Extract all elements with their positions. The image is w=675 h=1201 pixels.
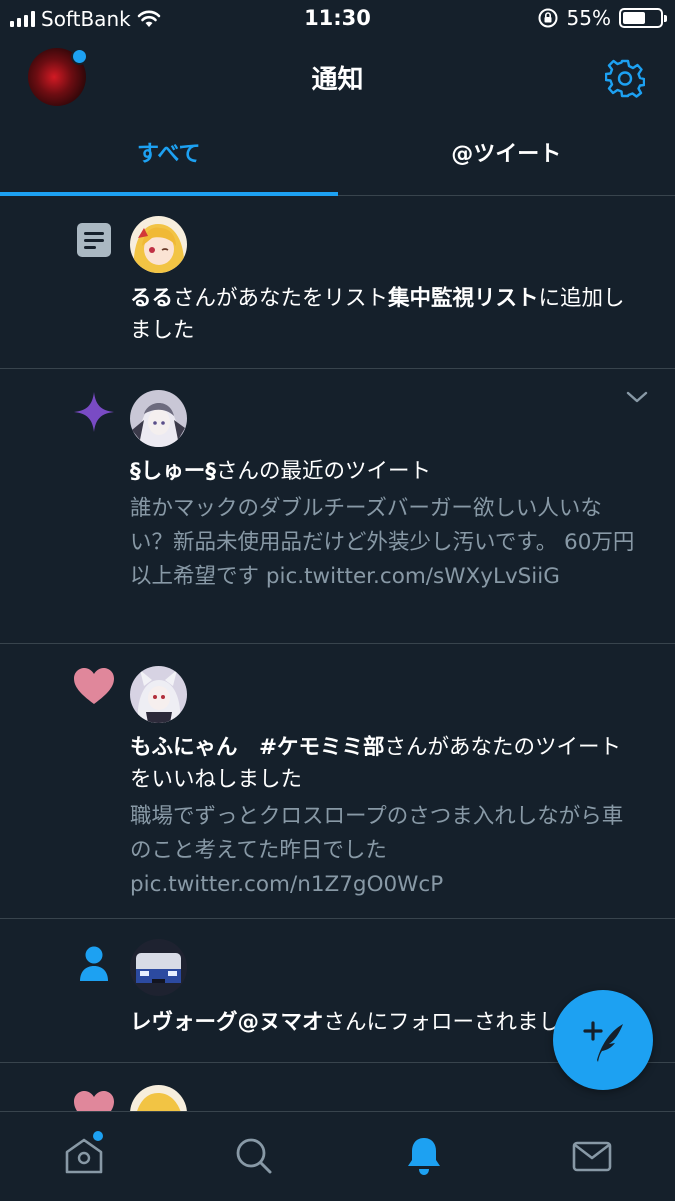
person-icon [73, 943, 115, 985]
user-name[interactable]: もふにゃん #ケモミミ部 [130, 735, 385, 760]
notification-item[interactable]: §しゅー§さんの最近のツイート 誰かマックのダブルチーズバーガー欲しい人いない？… [0, 369, 675, 644]
battery-percent: 55% [567, 6, 611, 30]
compose-feather-icon [553, 990, 653, 1090]
user-name[interactable]: るる [130, 286, 173, 311]
rotation-lock-icon [537, 7, 559, 29]
notification-item[interactable]: もふにゃん #ケモミミ部さんがあなたのツイートをいいねしました 職場でずっとクロ… [0, 644, 675, 919]
notification-text: §しゅー§さんの最近のツイート [130, 456, 635, 488]
sparkle-icon [73, 391, 115, 433]
user-name[interactable]: レヴォーグ@ヌマオ [130, 1010, 324, 1035]
list-icon [73, 220, 115, 262]
page-title: 通知 [0, 59, 675, 96]
tab-bar: すべて @ツイート [0, 116, 675, 196]
user-name[interactable]: §しゅー§ [130, 459, 216, 484]
avatar[interactable] [130, 216, 187, 273]
bell-icon[interactable] [402, 1134, 446, 1178]
tab-mentions[interactable]: @ツイート [338, 116, 675, 195]
notification-text: るるさんがあなたをリスト集中監視リストに追加しました [130, 283, 635, 347]
avatar[interactable] [130, 390, 187, 447]
heart-icon [73, 666, 115, 708]
tab-all[interactable]: すべて [0, 116, 338, 195]
notification-item[interactable]: るるさんがあなたをリスト集中監視リストに追加しました [0, 196, 675, 369]
chevron-down-icon[interactable] [625, 389, 649, 405]
avatar[interactable] [130, 666, 187, 723]
header: 通知 [0, 38, 675, 116]
compose-tweet-button[interactable] [553, 990, 653, 1090]
bottom-nav [0, 1111, 675, 1201]
tweet-preview[interactable]: 職場でずっとクロスロープのさつま入れしながら車のこと考えてた昨日でした pic.… [130, 800, 639, 902]
notification-feed: るるさんがあなたをリスト集中監視リストに追加しました §しゅー§さんの最近のツイ… [0, 196, 675, 1123]
search-icon[interactable] [232, 1134, 276, 1178]
notification-text: もふにゃん #ケモミミ部さんがあなたのツイートをいいねしました [130, 732, 635, 796]
mail-icon[interactable] [570, 1134, 614, 1178]
list-name[interactable]: 集中監視リスト [388, 286, 539, 311]
tweet-preview[interactable]: 誰かマックのダブルチーズバーガー欲しい人いない？新品未使用品だけど外装少し汚いで… [130, 492, 639, 594]
battery-icon [619, 8, 663, 28]
gear-icon[interactable] [605, 58, 645, 98]
home-unread-dot [93, 1131, 103, 1141]
status-bar: SoftBank 11:30 55% [0, 0, 675, 38]
avatar[interactable] [130, 939, 187, 996]
